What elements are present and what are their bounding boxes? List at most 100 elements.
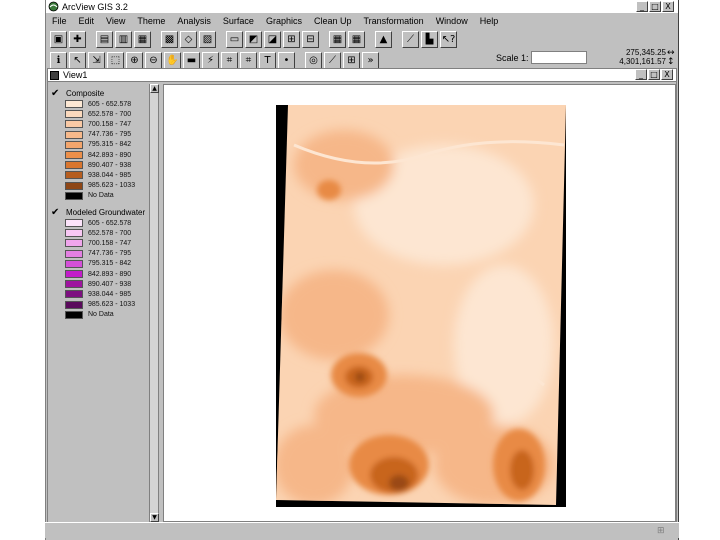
legend-class: 985.623 - 1033 bbox=[65, 181, 147, 191]
layout-icon[interactable]: ▙ bbox=[421, 30, 438, 48]
legend-swatch bbox=[65, 191, 83, 200]
zoom-to-extent-icon[interactable]: ▭ bbox=[226, 30, 243, 48]
zoom-out-tool-icon[interactable]: ⊖ bbox=[145, 51, 162, 69]
legend-class: 700.158 - 747 bbox=[65, 238, 147, 248]
view-icon bbox=[50, 70, 59, 80]
add-theme-icon[interactable]: ✚ bbox=[69, 30, 86, 48]
zoom-previous-icon[interactable]: ▦ bbox=[329, 30, 346, 48]
menu-window[interactable]: Window bbox=[436, 16, 468, 26]
menu-edit[interactable]: Edit bbox=[79, 16, 95, 26]
zoom-out-icon[interactable]: ⊟ bbox=[302, 30, 319, 48]
menu-clean-up[interactable]: Clean Up bbox=[314, 16, 352, 26]
legend-class: 938.044 - 985 bbox=[65, 170, 147, 180]
query-icon[interactable]: ▨ bbox=[199, 30, 216, 48]
menu-file[interactable]: File bbox=[52, 16, 67, 26]
legend-class: 700.158 - 747 bbox=[65, 119, 147, 129]
menu-help[interactable]: Help bbox=[480, 16, 499, 26]
menu-surface[interactable]: Surface bbox=[223, 16, 254, 26]
zoom-to-selected-icon[interactable]: ◪ bbox=[264, 30, 281, 48]
profile-tool-icon[interactable]: ⟋ bbox=[324, 51, 341, 69]
hotlink-icon[interactable]: ⚡ bbox=[202, 51, 219, 69]
theme-visibility-checkbox[interactable]: ✔ bbox=[51, 207, 63, 218]
legend-class: No Data bbox=[65, 191, 147, 201]
legend-swatch bbox=[65, 310, 83, 319]
view-title-bar[interactable]: View1 _ □ X bbox=[48, 69, 676, 82]
menu-view[interactable]: View bbox=[106, 16, 125, 26]
menu-analysis[interactable]: Analysis bbox=[177, 16, 211, 26]
map-display[interactable] bbox=[163, 84, 676, 522]
table-of-contents: ▲ ▼ ✔ Composite 605 - 652.578 652.578 - 700… bbox=[49, 84, 159, 522]
zoom-to-themes-icon[interactable]: ◩ bbox=[245, 30, 262, 48]
legend-class: 747.736 - 795 bbox=[65, 130, 147, 140]
arcview-logo-icon bbox=[48, 1, 59, 12]
minimize-button[interactable]: _ bbox=[636, 1, 648, 12]
label-icon[interactable]: ⌗ bbox=[240, 51, 257, 69]
button-bar: ▣ ✚ ▤ ▥ ▦ ▩ ◇ ▨ ▭ ◩ ◪ ⊞ ⊟ ▦ ▦ ▲ ⟋ ▙ ↖? bbox=[50, 29, 459, 49]
identify-icon[interactable]: ℹ bbox=[50, 51, 67, 69]
legend-label: 795.315 - 842 bbox=[88, 260, 132, 268]
menu-graphics[interactable]: Graphics bbox=[266, 16, 302, 26]
view-minimize-button[interactable]: _ bbox=[635, 69, 647, 80]
legend-label: 842.893 - 890 bbox=[88, 270, 132, 278]
help-icon[interactable]: ↖? bbox=[440, 30, 457, 48]
measure-tool-icon[interactable]: ▬ bbox=[183, 51, 200, 69]
toc-scrollbar[interactable]: ▲ ▼ bbox=[149, 84, 159, 522]
theme-properties-icon[interactable]: ▤ bbox=[96, 30, 113, 48]
scale-input[interactable] bbox=[530, 51, 587, 64]
legend-class: 795.315 - 842 bbox=[65, 259, 147, 269]
text-tool-icon[interactable]: T bbox=[259, 51, 276, 69]
close-button[interactable]: X bbox=[662, 1, 674, 12]
maximize-button[interactable]: □ bbox=[649, 1, 661, 12]
legend-theme[interactable]: ✔ Modeled Groundwater 605 - 652.578 652.578… bbox=[51, 206, 147, 320]
snap-tool-icon[interactable]: » bbox=[362, 51, 379, 69]
scroll-down-icon[interactable]: ▼ bbox=[150, 513, 159, 522]
menu-theme[interactable]: Theme bbox=[137, 16, 165, 26]
theme-visibility-checkbox[interactable]: ✔ bbox=[51, 88, 63, 99]
locate-icon[interactable]: ◇ bbox=[180, 30, 197, 48]
select-features-icon[interactable]: ▦ bbox=[348, 30, 365, 48]
legend-swatch bbox=[65, 239, 83, 248]
zoom-in-tool-icon[interactable]: ⊕ bbox=[126, 51, 143, 69]
legend-swatch bbox=[65, 140, 83, 149]
menu-bar: File Edit View Theme Analysis Surface Graphics… bbox=[46, 14, 678, 28]
arcview-window: ArcView GIS 3.2 _ □ X File Edit View Theme A… bbox=[45, 0, 679, 540]
legend-class: 747.736 - 795 bbox=[65, 249, 147, 259]
edit-legend-icon[interactable]: ▥ bbox=[115, 30, 132, 48]
view-window: View1 _ □ X ▲ ▼ ✔ Composite 605 - 652.578 6… bbox=[47, 68, 678, 538]
view-maximize-button[interactable]: □ bbox=[648, 69, 660, 80]
legend-swatch bbox=[65, 100, 83, 109]
legend-label: 985.623 - 1033 bbox=[88, 301, 136, 309]
vertex-edit-icon[interactable]: ⇲ bbox=[88, 51, 105, 69]
legend-theme[interactable]: ✔ Composite 605 - 652.578 652.578 - 700 700.… bbox=[51, 87, 147, 201]
legend-swatch bbox=[65, 280, 83, 289]
resize-grip-icon[interactable]: ⊞ bbox=[657, 526, 669, 536]
legend-label: 842.893 - 890 bbox=[88, 151, 132, 159]
tool-bar: ℹ ↖ ⇲ ⬚ ⊕ ⊖ ✋ ▬ ⚡ ⌗ ⌗ T • ◎ ⟋ ⊞» bbox=[50, 50, 381, 70]
contour-tool-icon[interactable]: ◎ bbox=[305, 51, 322, 69]
select-feature-icon[interactable]: ⬚ bbox=[107, 51, 124, 69]
pan-icon[interactable]: ✋ bbox=[164, 51, 181, 69]
save-icon[interactable]: ▣ bbox=[50, 30, 67, 48]
legend-swatch bbox=[65, 219, 83, 228]
draw-point-icon[interactable]: • bbox=[278, 51, 295, 69]
legend-label: 795.315 - 842 bbox=[88, 141, 132, 149]
view-close-button[interactable]: X bbox=[661, 69, 673, 80]
legend-swatch bbox=[65, 300, 83, 309]
legend-swatch bbox=[65, 229, 83, 238]
measure-icon[interactable]: ⟋ bbox=[402, 30, 419, 48]
menu-transformation[interactable]: Transformation bbox=[364, 16, 424, 26]
title-bar[interactable]: ArcView GIS 3.2 _ □ X bbox=[46, 0, 678, 13]
legend-label: No Data bbox=[88, 192, 114, 200]
sketch-tool-icon[interactable]: ⊞ bbox=[343, 51, 360, 69]
area-of-interest-icon[interactable]: ⌗ bbox=[221, 51, 238, 69]
find-icon[interactable]: ▩ bbox=[161, 30, 178, 48]
scale-label: Scale 1: bbox=[496, 52, 529, 63]
legend-label: 890.407 - 938 bbox=[88, 161, 132, 169]
legend-swatch bbox=[65, 110, 83, 119]
scroll-up-icon[interactable]: ▲ bbox=[150, 84, 159, 93]
zoom-in-icon[interactable]: ⊞ bbox=[283, 30, 300, 48]
pointer-icon[interactable]: ↖ bbox=[69, 51, 86, 69]
open-table-icon[interactable]: ▦ bbox=[134, 30, 151, 48]
legend-label: 652.578 - 700 bbox=[88, 229, 132, 237]
clear-selection-icon[interactable]: ▲ bbox=[375, 30, 392, 48]
